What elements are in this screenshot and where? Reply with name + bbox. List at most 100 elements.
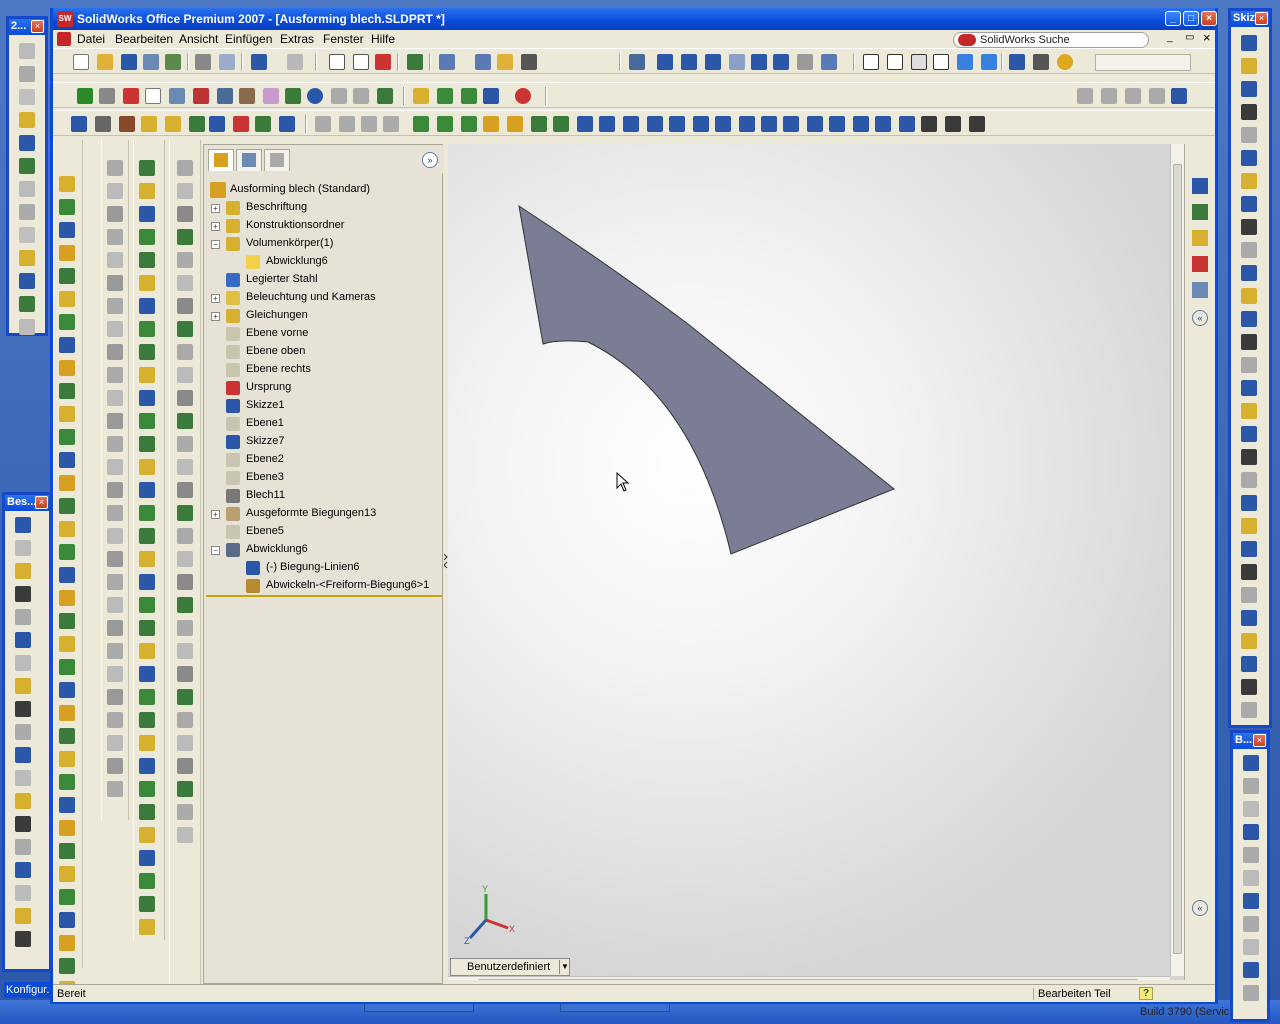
flatten-icon[interactable] (693, 116, 709, 132)
tool-icon[interactable] (139, 758, 155, 774)
tool-icon[interactable] (1241, 81, 1257, 97)
tool-icon[interactable] (1243, 778, 1259, 794)
tool-icon[interactable] (177, 597, 193, 613)
tool-icon[interactable] (15, 586, 31, 602)
tool-icon[interactable] (107, 160, 123, 176)
tool-icon[interactable] (19, 135, 35, 151)
tool-icon[interactable] (177, 229, 193, 245)
flat-pattern-face[interactable] (518, 204, 895, 555)
tool-icon[interactable] (177, 827, 193, 843)
tree-item[interactable]: Ebene oben (206, 343, 442, 361)
tool-icon[interactable] (139, 804, 155, 820)
tool-icon[interactable] (107, 413, 123, 429)
filter-icon[interactable] (383, 116, 399, 132)
tool-icon[interactable] (15, 517, 31, 533)
cross-break-icon[interactable] (553, 116, 569, 132)
tool-icon[interactable] (139, 597, 155, 613)
tool-icon[interactable] (107, 551, 123, 567)
sum-icon[interactable] (209, 116, 225, 132)
tool-icon[interactable] (177, 436, 193, 452)
tool-icon[interactable] (239, 88, 255, 104)
addin-icon[interactable] (331, 88, 347, 104)
reference-plane-icon[interactable] (413, 88, 429, 104)
design-library-icon[interactable] (1192, 204, 1208, 220)
run-macro-icon[interactable] (77, 88, 93, 104)
tool-icon[interactable] (1241, 679, 1257, 695)
tool-icon[interactable] (107, 252, 123, 268)
tool-icon[interactable] (59, 429, 75, 445)
tool-icon[interactable] (139, 827, 155, 843)
tool-icon[interactable] (1241, 495, 1257, 511)
tool-icon[interactable] (177, 620, 193, 636)
tree-item[interactable]: Skizze1 (206, 397, 442, 415)
section-view-icon[interactable] (1009, 54, 1025, 70)
jog-icon[interactable] (507, 116, 523, 132)
tool-icon[interactable] (189, 116, 205, 132)
tool-icon[interactable] (1241, 518, 1257, 534)
tool-icon[interactable] (177, 321, 193, 337)
tool-icon[interactable] (107, 206, 123, 222)
tool-icon[interactable] (177, 735, 193, 751)
shadows-icon[interactable] (981, 54, 997, 70)
tree-item[interactable]: + Beleuchtung und Kameras (206, 289, 442, 307)
tool-icon[interactable] (1241, 472, 1257, 488)
tool-icon[interactable] (19, 181, 35, 197)
addin-icon[interactable] (307, 88, 323, 104)
tool-icon[interactable] (1241, 127, 1257, 143)
file-explorer-icon[interactable] (1192, 230, 1208, 246)
expand-icon[interactable]: + (211, 312, 220, 321)
tool-icon[interactable] (107, 781, 123, 797)
tool-icon[interactable] (15, 655, 31, 671)
tool-icon[interactable] (15, 747, 31, 763)
display-pane-icon[interactable] (439, 54, 455, 70)
tool-icon[interactable] (59, 613, 75, 629)
tree-item[interactable]: Skizze7 (206, 433, 442, 451)
sheet-metal-part[interactable] (448, 144, 1170, 976)
tool-icon[interactable] (107, 505, 123, 521)
tree-item[interactable]: Abwickeln-<Freiform-Biegung6>1 (206, 577, 442, 595)
tool-icon[interactable] (107, 597, 123, 613)
record-icon[interactable] (515, 88, 531, 104)
collapse-pane-icon[interactable]: « (1192, 310, 1208, 326)
tool-icon[interactable] (139, 298, 155, 314)
tool-icon[interactable] (59, 682, 75, 698)
tool-icon[interactable] (59, 728, 75, 744)
tool-icon[interactable] (19, 250, 35, 266)
tool-icon[interactable] (177, 482, 193, 498)
pan-icon[interactable] (773, 54, 789, 70)
vertical-scrollbar[interactable] (1170, 144, 1184, 976)
tool-icon[interactable] (15, 563, 31, 579)
tool-icon[interactable] (59, 820, 75, 836)
tool-icon[interactable] (829, 116, 845, 132)
tool-icon[interactable] (177, 183, 193, 199)
tool-icon[interactable] (15, 885, 31, 901)
tool-icon[interactable] (1241, 656, 1257, 672)
filter-icon[interactable] (361, 116, 377, 132)
collapse-icon[interactable]: − (211, 546, 220, 555)
sketched-bend-icon[interactable] (531, 116, 547, 132)
tool-icon[interactable] (139, 781, 155, 797)
tool-icon[interactable] (1241, 58, 1257, 74)
tool-icon[interactable] (139, 275, 155, 291)
menu-hilfe[interactable]: Hilfe (371, 32, 395, 46)
tool-icon[interactable] (15, 862, 31, 878)
tool-icon[interactable] (59, 866, 75, 882)
tool-icon[interactable] (177, 390, 193, 406)
tool-icon[interactable] (59, 222, 75, 238)
spell-check-icon[interactable] (71, 116, 87, 132)
tool-icon[interactable] (945, 116, 961, 132)
tool-icon[interactable] (177, 574, 193, 590)
tool-icon[interactable] (139, 436, 155, 452)
close-icon[interactable]: × (1255, 12, 1268, 25)
tool-icon[interactable] (1243, 893, 1259, 909)
insert-bends-icon[interactable] (739, 116, 755, 132)
document-icon[interactable] (57, 32, 71, 46)
tool-icon[interactable] (15, 724, 31, 740)
collapse-pane-icon[interactable]: « (1192, 900, 1208, 916)
tool-icon[interactable] (1241, 334, 1257, 350)
tool-icon[interactable] (139, 505, 155, 521)
tool-icon[interactable] (59, 912, 75, 928)
minimize-button[interactable]: _ (1165, 11, 1181, 26)
zoom-fit-icon[interactable] (657, 54, 673, 70)
tool-icon[interactable] (107, 183, 123, 199)
